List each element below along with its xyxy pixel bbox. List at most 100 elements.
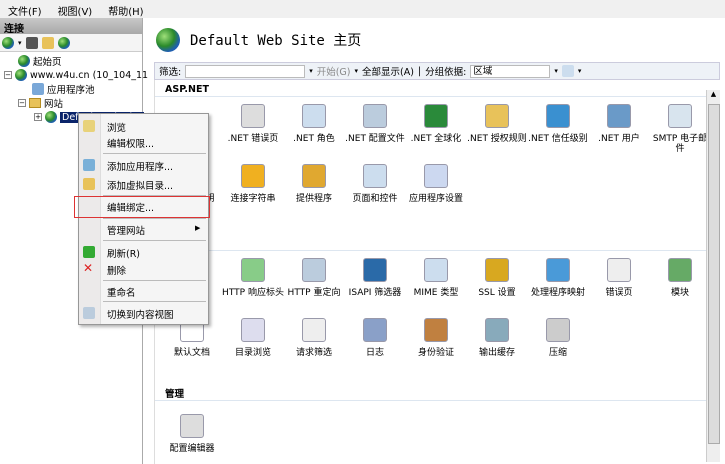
- feature-icon: [607, 104, 631, 128]
- feature-label: 提供程序: [295, 194, 332, 204]
- feature-label: .NET 配置文件: [345, 134, 405, 144]
- feature-label: 连接字符串: [230, 194, 276, 204]
- menu-item-edit-permissions[interactable]: 编辑权限...: [107, 136, 154, 150]
- feature-label: SSL 设置: [478, 288, 516, 298]
- submenu-arrow-icon: ▶: [195, 224, 201, 232]
- show-all-button[interactable]: 全部显示(A): [362, 64, 414, 78]
- feature-icon: [302, 164, 326, 188]
- feature-iis-row2-item[interactable]: 日志: [344, 318, 406, 358]
- feature-icon: [363, 318, 387, 342]
- group-by-select[interactable]: 区域: [470, 64, 551, 78]
- delete-icon: ✕: [83, 261, 94, 275]
- collapse-icon[interactable]: −: [4, 71, 12, 79]
- up-folder-icon[interactable]: [41, 36, 54, 49]
- feature-aspnet-row1-item[interactable]: SMTP 电子邮件: [649, 104, 711, 154]
- feature-iis-row2-item[interactable]: 身份验证: [405, 318, 467, 358]
- tree-app-pools[interactable]: 应用程序池: [32, 82, 95, 96]
- feature-iis-row2-item[interactable]: 压缩: [527, 318, 589, 358]
- page-title: Default Web Site 主页: [190, 33, 362, 49]
- section-aspnet: ASP.NET: [165, 84, 209, 95]
- folder-icon: [29, 98, 41, 108]
- feature-aspnet-row1-item[interactable]: .NET 全球化: [405, 104, 467, 144]
- feature-icon: [668, 258, 692, 282]
- feature-aspnet-row1-item[interactable]: .NET 授权规则: [466, 104, 528, 144]
- feature-icon: [424, 318, 448, 342]
- add-application-icon: [83, 159, 95, 171]
- feature-aspnet-row1-item[interactable]: .NET 用户: [588, 104, 650, 144]
- feature-icon: [546, 258, 570, 282]
- scroll-thumb[interactable]: [708, 104, 720, 444]
- feature-label: MIME 类型: [413, 288, 459, 298]
- feature-iis-row2-item[interactable]: 请求筛选: [283, 318, 345, 358]
- menu-item-add-application[interactable]: 添加应用程序...: [107, 159, 173, 173]
- feature-aspnet-row2-item[interactable]: 应用程序设置: [405, 164, 467, 204]
- menu-item-rename[interactable]: 重命名: [107, 285, 136, 299]
- server-icon: [15, 69, 27, 81]
- feature-aspnet-row2-item[interactable]: 提供程序: [283, 164, 345, 204]
- menu-item-refresh[interactable]: 刷新(R): [107, 246, 140, 260]
- feature-label: .NET 错误页: [227, 134, 279, 144]
- browse-icon: [83, 120, 95, 132]
- menu-item-switch-content-view[interactable]: 切换到内容视图: [107, 307, 174, 321]
- feature-icon: [485, 258, 509, 282]
- feature-label: 页面和控件: [352, 194, 398, 204]
- feature-icon: [546, 104, 570, 128]
- tree-start-page[interactable]: 起始页: [18, 54, 62, 68]
- feature-iis-row2-item[interactable]: 输出缓存: [466, 318, 528, 358]
- view-icon[interactable]: [561, 65, 574, 77]
- tree-sites[interactable]: − 网站: [18, 96, 63, 110]
- filter-input[interactable]: [185, 64, 306, 78]
- feature-label: 配置编辑器: [169, 444, 215, 454]
- scroll-up-icon[interactable]: ▲: [707, 90, 720, 102]
- disconnect-icon[interactable]: [57, 36, 70, 49]
- connect-icon[interactable]: [2, 36, 14, 49]
- filter-dropdown-icon[interactable]: ▾: [309, 67, 313, 75]
- feature-label: 应用程序设置: [408, 194, 463, 204]
- feature-iis-row1-item[interactable]: 错误页: [588, 258, 650, 298]
- feature-label: 请求筛选: [295, 348, 332, 358]
- feature-label: HTTP 响应标头: [222, 288, 284, 298]
- menu-item-browse[interactable]: 浏览: [107, 120, 126, 134]
- feature-icon: [668, 104, 692, 128]
- feature-aspnet-row2-item[interactable]: 页面和控件: [344, 164, 406, 204]
- feature-iis-row1-item[interactable]: HTTP 重定向: [283, 258, 345, 298]
- feature-iis-row1-item[interactable]: MIME 类型: [405, 258, 467, 298]
- feature-label: 身份验证: [417, 348, 454, 358]
- menu-help[interactable]: 帮助(H): [108, 3, 143, 18]
- feature-iis-row1-item[interactable]: 处理程序映射: [527, 258, 589, 298]
- feature-icon: [607, 258, 631, 282]
- feature-aspnet-row1-item[interactable]: .NET 配置文件: [344, 104, 406, 144]
- collapse-icon[interactable]: −: [18, 99, 26, 107]
- menu-file[interactable]: 文件(F): [8, 3, 42, 18]
- feature-aspnet-row2-item[interactable]: 连接字符串: [222, 164, 284, 204]
- save-icon[interactable]: [25, 36, 38, 49]
- menu-item-add-virtual-dir[interactable]: 添加虚拟目录...: [107, 178, 173, 192]
- feature-label: .NET 用户: [598, 134, 640, 144]
- feature-aspnet-row1-item[interactable]: .NET 信任级别: [527, 104, 589, 144]
- feature-iis-row1-item[interactable]: SSL 设置: [466, 258, 528, 298]
- menu-item-delete[interactable]: 删除: [107, 263, 126, 277]
- menu-view[interactable]: 视图(V): [58, 3, 93, 18]
- site-globe-icon: [156, 28, 180, 52]
- feature-aspnet-row1-item[interactable]: .NET 错误页: [222, 104, 284, 144]
- feature-iis-row1-item[interactable]: ISAPI 筛选器: [344, 258, 406, 298]
- expand-icon[interactable]: +: [34, 113, 42, 121]
- feature-iis-row1-item[interactable]: 模块: [649, 258, 711, 298]
- feature-iis-row2-item[interactable]: 目录浏览: [222, 318, 284, 358]
- feature-icon: [424, 104, 448, 128]
- feature-label: .NET 全球化: [410, 134, 462, 144]
- go-button[interactable]: 开始(G): [317, 64, 351, 78]
- feature-aspnet-row1-item[interactable]: .NET 角色: [283, 104, 345, 144]
- feature-icon: [302, 104, 326, 128]
- feature-label: 模块: [670, 288, 689, 298]
- vertical-scrollbar[interactable]: ▲: [706, 90, 720, 462]
- content-view-icon: [83, 307, 95, 319]
- feature-iis-row1-item[interactable]: HTTP 响应标头: [222, 258, 284, 298]
- feature-manage-row-item[interactable]: 配置编辑器: [161, 414, 223, 454]
- refresh-icon: [83, 246, 95, 258]
- tree-server[interactable]: − www.w4u.cn (10_104_11_: [4, 68, 153, 82]
- feature-label: 目录浏览: [234, 348, 271, 358]
- menu-item-manage-site[interactable]: 管理网站: [107, 223, 145, 237]
- feature-icon: [241, 258, 265, 282]
- feature-icon: [302, 318, 326, 342]
